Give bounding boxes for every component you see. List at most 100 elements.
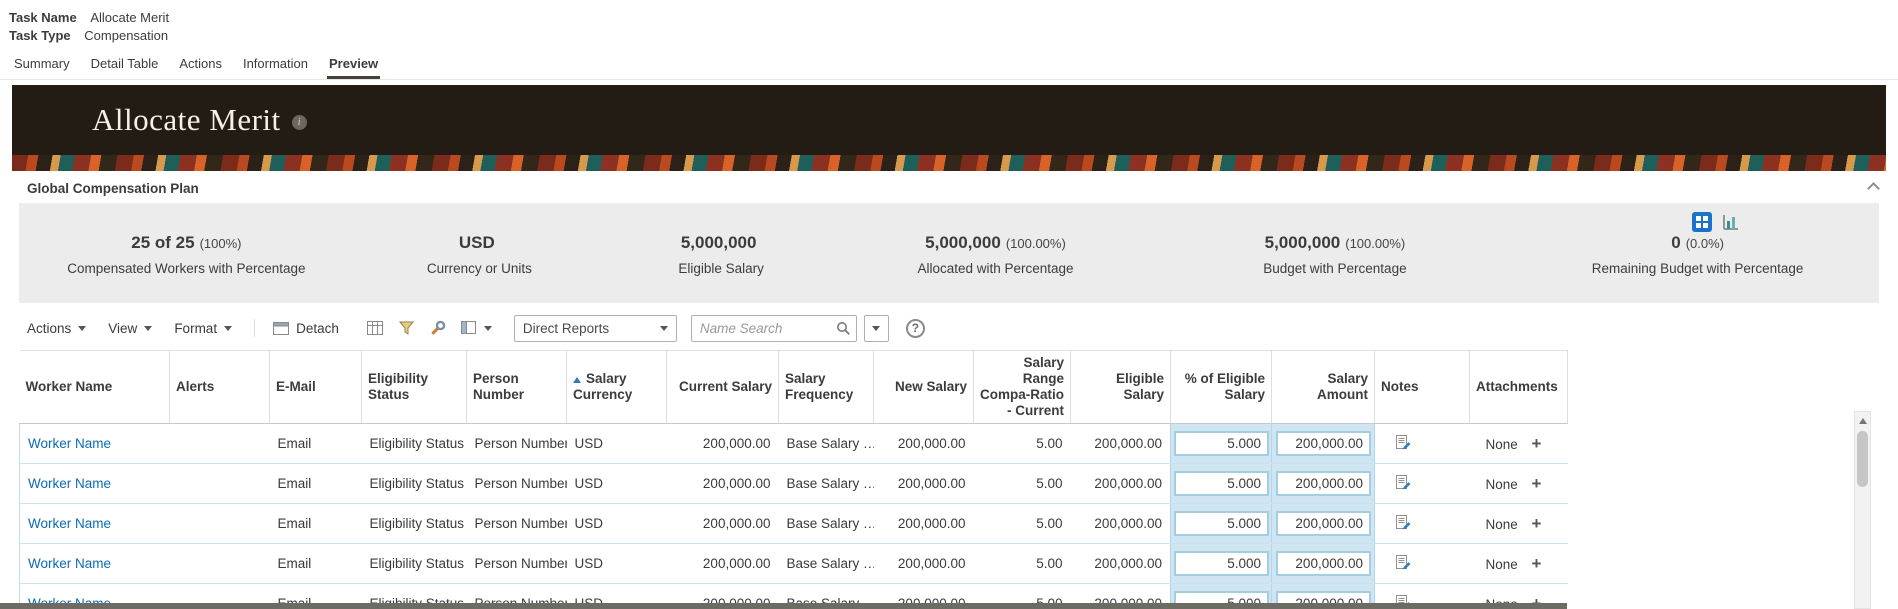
pct-of-eligible-input[interactable]	[1174, 551, 1269, 576]
worker-name-cell: Worker Name	[19, 463, 170, 504]
column-header-pct-of-eligible[interactable]: % of Eligible Salary	[1170, 350, 1272, 424]
salary-frequency-cell: Base Salary …	[778, 423, 874, 464]
sort-ascending-icon[interactable]	[573, 377, 581, 383]
stat-label: Currency or Units	[426, 261, 532, 276]
chart-view-button[interactable]	[1721, 212, 1741, 232]
add-attachment-icon[interactable]: +	[1532, 514, 1542, 533]
format-menu-label: Format	[174, 320, 218, 336]
view-menu[interactable]: View	[108, 321, 153, 336]
alerts-cell	[169, 543, 270, 584]
population-filter-select[interactable]: Direct Reports	[513, 314, 677, 342]
tab-bar: Summary Detail Table Actions Information…	[0, 52, 1898, 80]
notes-icon[interactable]	[1395, 434, 1411, 450]
stat-value: 25 of 25	[131, 233, 195, 252]
salary-amount-input[interactable]	[1276, 471, 1371, 496]
detach-button[interactable]: Detach	[273, 321, 339, 336]
table-row[interactable]: Worker Name Email Eligibility Status Per…	[19, 543, 1568, 584]
search-input[interactable]	[690, 314, 857, 342]
add-attachment-icon[interactable]: +	[1532, 474, 1542, 493]
export-icon[interactable]	[366, 320, 384, 336]
column-header-worker-name[interactable]: Worker Name	[19, 350, 170, 424]
attachments-cell: None +	[1469, 543, 1568, 584]
worker-name-link[interactable]: Worker Name	[28, 516, 111, 531]
add-attachment-icon[interactable]: +	[1532, 434, 1542, 453]
help-icon[interactable]: ?	[905, 318, 925, 338]
filter-icon[interactable]	[398, 321, 415, 336]
stat-label: Eligible Salary	[678, 261, 764, 276]
worker-name-link[interactable]: Worker Name	[28, 476, 111, 491]
actions-menu[interactable]: Actions	[27, 321, 87, 336]
column-header-new-salary[interactable]: New Salary	[873, 350, 974, 424]
table-toolbar: Actions View Format Detach Direct Report…	[27, 313, 1898, 343]
chevron-down-icon	[483, 325, 492, 331]
pct-of-eligible-input[interactable]	[1174, 431, 1269, 456]
salary-amount-input[interactable]	[1276, 511, 1371, 536]
view-toggles	[1692, 212, 1741, 232]
vertical-scrollbar[interactable]	[1854, 411, 1871, 609]
summary-grid-view-button[interactable]	[1692, 212, 1712, 232]
table-row[interactable]: Worker Name Email Eligibility Status Per…	[19, 463, 1568, 504]
horizontal-scrollbar-thumb[interactable]	[0, 603, 1567, 609]
add-attachment-icon[interactable]: +	[1532, 554, 1542, 573]
tab-actions[interactable]: Actions	[177, 52, 224, 79]
saved-search-dropdown-button[interactable]	[863, 314, 889, 342]
search-icon[interactable]	[836, 321, 851, 339]
notes-icon[interactable]	[1395, 474, 1411, 490]
column-header-compa-ratio[interactable]: Salary Range Compa-Ratio - Current	[973, 350, 1071, 424]
freeze-columns-button[interactable]	[460, 321, 492, 335]
new-salary-cell: 200,000.00	[873, 503, 974, 544]
detach-label: Detach	[296, 320, 339, 336]
new-salary-cell: 200,000.00	[873, 463, 974, 504]
stat-value: 0	[1671, 233, 1681, 252]
table-row[interactable]: Worker Name Email Eligibility Status Per…	[19, 423, 1568, 464]
worker-name-link[interactable]: Worker Name	[28, 436, 111, 451]
salary-currency-cell: USD	[566, 503, 667, 544]
banner-title: Allocate Merit	[92, 102, 281, 137]
info-icon[interactable]: i	[291, 114, 307, 130]
salary-amount-input[interactable]	[1276, 431, 1371, 456]
notes-cell	[1374, 423, 1470, 464]
stat-eligible-salary: 5,000,000 Eligible Salary	[605, 233, 838, 303]
tab-summary[interactable]: Summary	[12, 52, 72, 79]
salary-amount-cell	[1271, 423, 1375, 464]
worker-name-link[interactable]: Worker Name	[28, 556, 111, 571]
tab-preview[interactable]: Preview	[327, 52, 381, 79]
scroll-up-button[interactable]	[1855, 412, 1870, 429]
tab-information[interactable]: Information	[241, 52, 310, 79]
vertical-scrollbar-thumb[interactable]	[1857, 431, 1868, 487]
column-header-salary-frequency[interactable]: Salary Frequency	[778, 350, 874, 424]
column-header-salary-amount[interactable]: Salary Amount	[1271, 350, 1375, 424]
attachments-value: None	[1485, 516, 1518, 532]
column-header-email[interactable]: E-Mail	[269, 350, 362, 424]
salary-amount-input[interactable]	[1276, 551, 1371, 576]
task-meta: Task Name Allocate Merit Task Type Compe…	[0, 0, 1898, 44]
table-row[interactable]: Worker Name Email Eligibility Status Per…	[19, 503, 1568, 544]
column-header-eligibility-status[interactable]: Eligibility Status	[361, 350, 467, 424]
toolbar-divider	[254, 319, 256, 337]
tab-detail-table[interactable]: Detail Table	[89, 52, 161, 79]
stat-label: Compensated Workers with Percentage	[67, 261, 306, 276]
column-header-salary-currency[interactable]: Salary Currency	[566, 350, 667, 424]
worker-name-cell: Worker Name	[19, 543, 170, 584]
eligibility-status-cell: Eligibility Status	[361, 543, 467, 584]
alerts-cell	[169, 503, 270, 544]
column-header-attachments[interactable]: Attachments	[1469, 350, 1568, 424]
column-header-alerts[interactable]: Alerts	[169, 350, 270, 424]
column-header-current-salary[interactable]: Current Salary	[666, 350, 779, 424]
notes-icon[interactable]	[1395, 514, 1411, 530]
column-header-eligible-salary[interactable]: Eligible Salary	[1070, 350, 1171, 424]
pct-of-eligible-input[interactable]	[1174, 511, 1269, 536]
column-header-notes[interactable]: Notes	[1374, 350, 1470, 424]
wrench-icon[interactable]	[430, 320, 446, 336]
stat-label: Remaining Budget with Percentage	[1591, 261, 1804, 276]
pct-of-eligible-input[interactable]	[1174, 471, 1269, 496]
collapse-chevron-icon[interactable]	[1867, 181, 1880, 195]
pct-of-eligible-cell	[1170, 423, 1272, 464]
notes-icon[interactable]	[1395, 554, 1411, 570]
format-menu[interactable]: Format	[174, 320, 233, 336]
attachments-value: None	[1485, 436, 1518, 452]
stat-compensated-workers: 25 of 25 (100%) Compensated Workers with …	[19, 233, 354, 303]
column-header-person-number[interactable]: Person Number	[466, 350, 567, 424]
salary-amount-cell	[1271, 463, 1375, 504]
chevron-down-icon	[872, 325, 881, 331]
